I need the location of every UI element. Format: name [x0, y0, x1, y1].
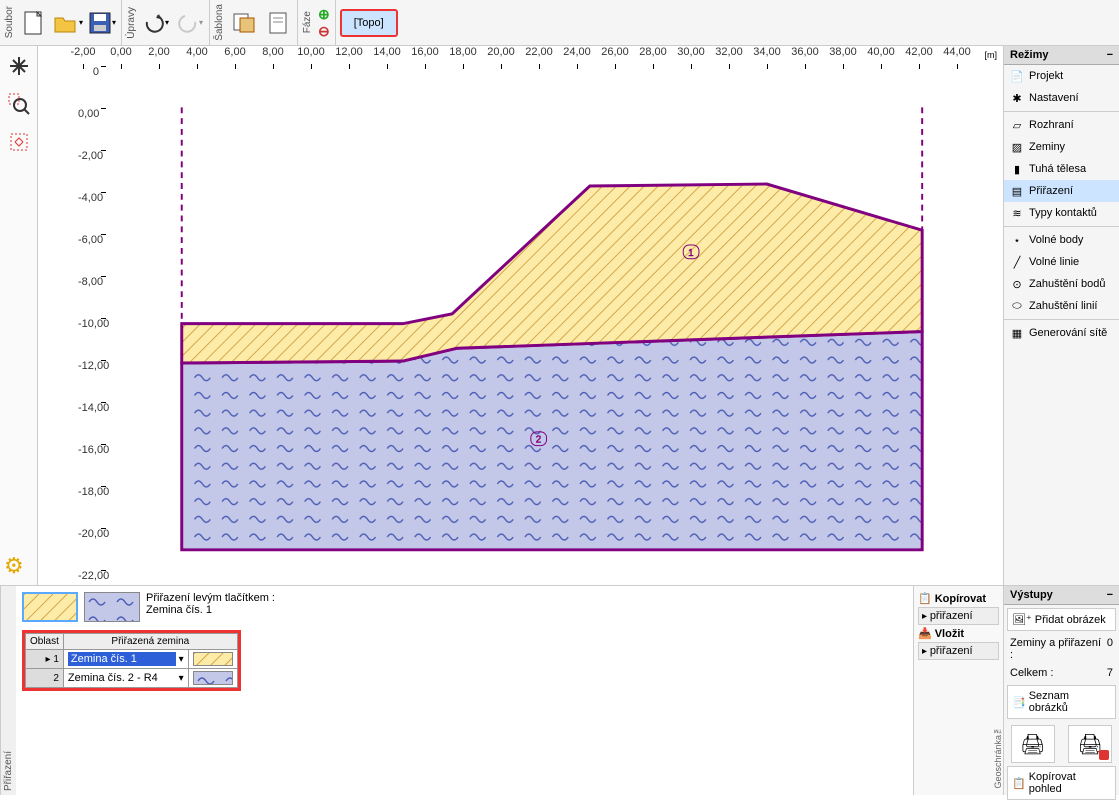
out-row1-value: 0 [1107, 637, 1113, 661]
mode-zahutnbod[interactable]: ⊙Zahuštění bodů [1004, 273, 1119, 295]
assignment-table: OblastPřiřazená zemina ▸ 1Zemina čís. 1 … [25, 633, 238, 688]
mode-icon: ▦ [1010, 326, 1024, 340]
assign-hint-line2: Zemina čís. 1 [146, 604, 275, 616]
soil-swatch-2[interactable] [84, 592, 140, 622]
assignment-panel: Přiřazení levým tlačítkem : Zemina čís. … [16, 586, 913, 795]
menu-sablona-label: Šablona [212, 4, 227, 41]
svg-text:2: 2 [536, 435, 541, 446]
mode-typykontakt[interactable]: ≋Typy kontaktů [1004, 202, 1119, 224]
assign-hint-line1: Přiřazení levým tlačítkem : [146, 592, 275, 604]
main-toolbar: Soubor ▾ ▾ Úpravy ▾ ▾ Šablona Fáze ⊕ ⊖ [… [0, 0, 1119, 46]
topo-phase-button[interactable]: [Topo] [340, 9, 398, 37]
out-row2-label: Celkem : [1010, 667, 1053, 679]
copy-icon: 📋 [918, 592, 932, 605]
assignment-table-highlight: OblastPřiřazená zemina ▸ 1Zemina čís. 1 … [22, 630, 241, 691]
table-row[interactable]: 2Zemina čís. 2 - R4 ▾ [26, 669, 238, 688]
undo-button[interactable]: ▾ [139, 6, 173, 40]
add-image-button[interactable]: 🖼⁺Přidat obrázek [1007, 608, 1116, 631]
new-file-button[interactable] [17, 6, 51, 40]
canvas[interactable]: -2,000,002,004,006,008,0010,0012,0014,00… [38, 46, 1003, 585]
menu-upravy-label: Úpravy [124, 7, 139, 39]
print-button[interactable]: 🖨 [1011, 725, 1055, 763]
print-color-button[interactable]: 🖨 [1068, 725, 1112, 763]
outputs-panel: Výstupy − 🖼⁺Přidat obrázek Zeminy a přiřa… [1003, 586, 1119, 795]
paste-header: Vložit [935, 628, 964, 640]
mode-nastaven[interactable]: ✱Nastavení [1004, 87, 1119, 109]
mode-icon: ⋆ [1010, 233, 1024, 247]
copy-assignment-button[interactable]: ▸ přiřazení [918, 607, 999, 625]
th-oblast: Oblast [26, 634, 64, 650]
mode-icon: 📄 [1010, 69, 1024, 83]
image-list-button[interactable]: 📑Seznam obrázků [1007, 685, 1116, 719]
th-zemina: Přiřazená zemina [63, 634, 237, 650]
bottom-panel-label: Přiřazení [0, 586, 16, 795]
mode-projekt[interactable]: 📄Projekt [1004, 65, 1119, 87]
mode-icon: ⬭ [1010, 299, 1024, 313]
redo-button[interactable]: ▾ [173, 6, 207, 40]
mode-generovnst[interactable]: ▦Generování sítě [1004, 322, 1119, 344]
mode-icon: ≋ [1010, 206, 1024, 220]
svg-text:1: 1 [688, 248, 693, 259]
mode-icon: ╱ [1010, 255, 1024, 269]
mode-zahutnlini[interactable]: ⬭Zahuštění linií [1004, 295, 1119, 317]
mode-icon: ✱ [1010, 91, 1024, 105]
pan-tool[interactable] [5, 52, 33, 80]
table-row[interactable]: ▸ 1Zemina čís. 1 ▾ [26, 650, 238, 669]
out-row1-label: Zeminy a přiřazení : [1010, 637, 1107, 661]
outputs-header: Výstupy [1010, 589, 1053, 601]
modes-panel: Režimy − 📄Projekt✱Nastavení ▱Rozhraní▨Zemi… [1003, 46, 1119, 585]
geoclipboard-panel: 📋Kopírovat ▸ přiřazení 📥Vložit ▸ přiřaze… [913, 586, 1003, 795]
remove-phase-button[interactable]: ⊖ [318, 23, 330, 40]
settings-gear-button[interactable]: ⚙ [4, 553, 24, 579]
mode-icon: ▤ [1010, 184, 1024, 198]
mode-icon: ⊙ [1010, 277, 1024, 291]
template-button[interactable] [227, 6, 261, 40]
paste-assignment-button[interactable]: ▸ přiřazení [918, 642, 999, 660]
out-row2-value: 7 [1107, 667, 1113, 679]
extent-tool[interactable] [5, 128, 33, 156]
ruler-horizontal: -2,000,002,004,006,008,0010,0012,0014,00… [38, 46, 1003, 66]
mode-piazen[interactable]: ▤Přiřazení [1004, 180, 1119, 202]
mode-rozhran[interactable]: ▱Rozhraní [1004, 114, 1119, 136]
modes-header: Režimy [1010, 49, 1049, 61]
geoclipboard-label: Geoschránka™ [993, 725, 1003, 789]
geometry-plot: 1 2 [108, 68, 993, 560]
copy-view-icon: 📋 [1012, 777, 1026, 790]
list-icon: 📑 [1012, 696, 1026, 709]
mode-icon: ▮ [1010, 162, 1024, 176]
add-image-icon: 🖼⁺ [1012, 613, 1032, 626]
soil-select[interactable]: Zemina čís. 2 - R4 ▾ [63, 669, 188, 688]
paste-icon: 📥 [918, 627, 932, 640]
save-file-button[interactable]: ▾ [85, 6, 119, 40]
zoom-tool[interactable] [5, 90, 33, 118]
ruler-unit: [m] [985, 50, 998, 60]
menu-soubor-label: Soubor [2, 6, 17, 38]
menu-faze-label: Fáze [300, 11, 315, 33]
mode-icon: ▱ [1010, 118, 1024, 132]
soil-swatch-1[interactable] [22, 592, 78, 622]
add-phase-button[interactable]: ⊕ [318, 6, 330, 23]
mode-volnlinie[interactable]: ╱Volné linie [1004, 251, 1119, 273]
mode-zeminy[interactable]: ▨Zeminy [1004, 136, 1119, 158]
collapse-modes[interactable]: − [1107, 49, 1113, 61]
template-page-button[interactable] [261, 6, 295, 40]
mode-tuhtlesa[interactable]: ▮Tuhá tělesa [1004, 158, 1119, 180]
copy-header: Kopírovat [935, 593, 986, 605]
mode-icon: ▨ [1010, 140, 1024, 154]
collapse-outputs[interactable]: − [1107, 589, 1113, 601]
left-toolbar [0, 46, 38, 585]
mode-volnbody[interactable]: ⋆Volné body [1004, 229, 1119, 251]
ruler-vertical: 00,00-2,00-4,00-6,00-8,00-10,00-12,00-14… [78, 66, 102, 612]
soil-select[interactable]: Zemina čís. 1 ▾ [63, 650, 188, 669]
open-file-button[interactable]: ▾ [51, 6, 85, 40]
